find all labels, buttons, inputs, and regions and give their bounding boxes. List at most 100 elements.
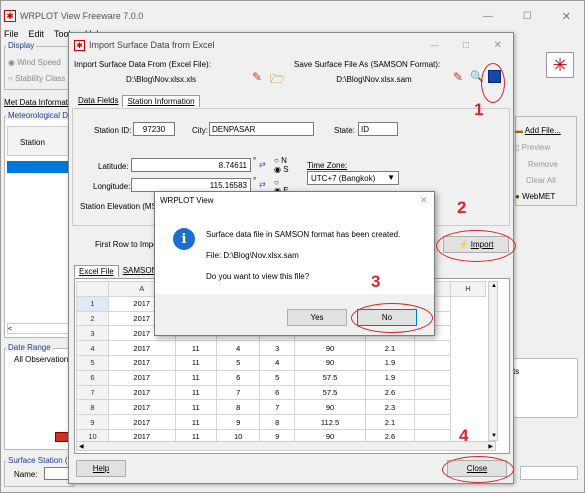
grid-cell[interactable]: 2.6 bbox=[364, 384, 415, 401]
grid-cell[interactable]: 2017 bbox=[108, 369, 176, 386]
row-header[interactable]: 6 bbox=[76, 369, 109, 386]
dialog-maximize-button[interactable]: ☐ bbox=[462, 41, 469, 50]
pencil-edit-icon[interactable]: ✎ bbox=[252, 70, 262, 84]
grid-cell[interactable]: 9 bbox=[216, 414, 261, 430]
row-header[interactable]: 8 bbox=[76, 399, 109, 416]
grid-cell[interactable]: 2.1 bbox=[364, 340, 415, 356]
grid-cell[interactable] bbox=[413, 399, 452, 416]
grid-cell[interactable]: 11 bbox=[174, 340, 218, 356]
clear-all-button[interactable]: Clear All bbox=[526, 176, 556, 185]
grid-v-scrollbar[interactable]: ▲ ▼ bbox=[488, 281, 498, 441]
grid-cell[interactable]: 4 bbox=[216, 340, 261, 356]
north-radio[interactable]: ○ N bbox=[274, 156, 287, 165]
grid-h-scrollbar[interactable]: ◀ ▶ bbox=[76, 441, 496, 451]
grid-cell[interactable]: 112.5 bbox=[294, 414, 366, 430]
longitude-input[interactable]: 115.16583 bbox=[131, 178, 251, 192]
state-label: State: bbox=[334, 126, 355, 135]
minimize-button[interactable]: — bbox=[483, 11, 493, 22]
yes-button[interactable]: Yes bbox=[287, 309, 347, 326]
grid-cell[interactable]: 4 bbox=[259, 354, 296, 371]
pencil-edit-save-icon[interactable]: ✎ bbox=[453, 70, 463, 84]
grid-cell[interactable]: 8 bbox=[216, 399, 261, 416]
grid-cell[interactable]: 7 bbox=[216, 384, 261, 401]
open-folder-icon[interactable]: 🗁 bbox=[270, 70, 285, 91]
scroll-left-icon[interactable]: < bbox=[8, 326, 12, 333]
grid-cell[interactable]: 5 bbox=[259, 369, 296, 386]
row-header[interactable]: 3 bbox=[76, 325, 109, 342]
latitude-input[interactable]: 8.74611 bbox=[131, 158, 251, 172]
grid-cell[interactable]: 6 bbox=[259, 384, 296, 401]
grid-cell[interactable]: 6 bbox=[216, 369, 261, 386]
grid-cell[interactable]: 1.9 bbox=[364, 369, 415, 386]
help-button[interactable]: Help bbox=[76, 460, 126, 477]
grid-cell[interactable]: 1.9 bbox=[364, 354, 415, 371]
menu-edit[interactable]: Edit bbox=[29, 29, 45, 39]
maximize-button[interactable]: ☐ bbox=[523, 11, 532, 22]
annotation-number-4: 4 bbox=[459, 426, 469, 445]
met-data-tab[interactable]: Met Data Informatic bbox=[4, 98, 74, 107]
grid-cell[interactable] bbox=[413, 384, 452, 401]
row-header[interactable]: 9 bbox=[76, 414, 109, 430]
grid-cell[interactable]: 11 bbox=[174, 414, 218, 430]
south-radio[interactable]: ◉ S bbox=[274, 165, 289, 174]
grid-cell[interactable]: 90 bbox=[294, 354, 366, 371]
col-header[interactable]: H bbox=[450, 281, 486, 297]
grid-cell[interactable]: 2017 bbox=[108, 384, 176, 401]
all-observations-item[interactable]: All Observation bbox=[14, 355, 68, 364]
scroll-up-icon[interactable]: ▲ bbox=[491, 283, 497, 289]
wind-rose-button[interactable]: ✳ bbox=[546, 52, 574, 78]
preview-button[interactable]: ▯ Preview bbox=[515, 143, 550, 152]
close-window-button[interactable]: ✕ bbox=[562, 10, 571, 23]
grid-cell[interactable] bbox=[413, 354, 452, 371]
webmet-button[interactable]: ● WebMET bbox=[515, 192, 555, 201]
longitude-map-icon[interactable]: ⇄ bbox=[259, 180, 266, 189]
row-header[interactable]: 2 bbox=[76, 310, 109, 327]
grid-cell[interactable]: 90 bbox=[294, 399, 366, 416]
grid-cell[interactable]: 57.5 bbox=[294, 384, 366, 401]
row-header[interactable]: 4 bbox=[76, 340, 109, 356]
grid-cell[interactable]: 57.5 bbox=[294, 369, 366, 386]
row-header[interactable]: 5 bbox=[76, 354, 109, 371]
row-header[interactable]: 7 bbox=[76, 384, 109, 401]
grid-cell[interactable] bbox=[413, 369, 452, 386]
grid-cell[interactable]: 2017 bbox=[108, 414, 176, 430]
add-file-button[interactable]: ▬ Add File... bbox=[515, 126, 577, 135]
latitude-map-icon[interactable]: ⇄ bbox=[259, 160, 266, 169]
grid-cell[interactable]: 5 bbox=[216, 354, 261, 371]
tab-excel-file[interactable]: Excel File bbox=[74, 265, 119, 277]
grid-cell[interactable] bbox=[413, 414, 452, 430]
scroll-down-icon[interactable]: ▼ bbox=[491, 433, 497, 439]
selected-station-row[interactable] bbox=[7, 161, 71, 173]
grid-cell[interactable]: 8 bbox=[259, 414, 296, 430]
grid-cell[interactable] bbox=[413, 340, 452, 356]
menu-file[interactable]: File bbox=[4, 29, 19, 39]
tab-data-fields[interactable]: Data Fields bbox=[74, 95, 122, 107]
city-input[interactable]: DENPASAR bbox=[209, 122, 314, 136]
grid-cell[interactable]: 11 bbox=[174, 399, 218, 416]
time-zone-select[interactable]: UTC+7 (Bangkok) ▼ bbox=[307, 171, 399, 185]
grid-cell[interactable]: 3 bbox=[259, 340, 296, 356]
wind-speed-radio[interactable]: ◉ Wind Speed bbox=[8, 58, 61, 67]
grid-cell[interactable]: 2.3 bbox=[364, 399, 415, 416]
grid-cell[interactable]: 2017 bbox=[108, 340, 176, 356]
remove-button[interactable]: Remove bbox=[528, 160, 558, 169]
scroll-right-icon[interactable]: ▶ bbox=[488, 443, 493, 450]
state-input[interactable]: ID bbox=[358, 122, 398, 136]
grid-cell[interactable]: 11 bbox=[174, 384, 218, 401]
stability-radio[interactable]: ○ Stability Class bbox=[8, 74, 65, 83]
grid-cell[interactable]: 2.1 bbox=[364, 414, 415, 430]
message-close-x-button[interactable]: ✕ bbox=[420, 195, 428, 206]
row-header[interactable]: 1 bbox=[76, 295, 109, 312]
grid-cell[interactable]: 11 bbox=[174, 354, 218, 371]
dialog-close-x-button[interactable]: ✕ bbox=[494, 40, 502, 51]
dialog-minimize-button[interactable]: — bbox=[430, 41, 438, 50]
station-id-input[interactable]: 97230 bbox=[133, 122, 175, 136]
tab-station-information[interactable]: Station Information bbox=[122, 95, 200, 107]
scroll-left-icon[interactable]: ◀ bbox=[79, 443, 84, 450]
grid-cell[interactable]: 11 bbox=[174, 369, 218, 386]
h-scrollbar[interactable]: < bbox=[7, 323, 71, 334]
grid-cell[interactable]: 90 bbox=[294, 340, 366, 356]
grid-cell[interactable]: 7 bbox=[259, 399, 296, 416]
grid-cell[interactable]: 2017 bbox=[108, 399, 176, 416]
grid-cell[interactable]: 2017 bbox=[108, 354, 176, 371]
